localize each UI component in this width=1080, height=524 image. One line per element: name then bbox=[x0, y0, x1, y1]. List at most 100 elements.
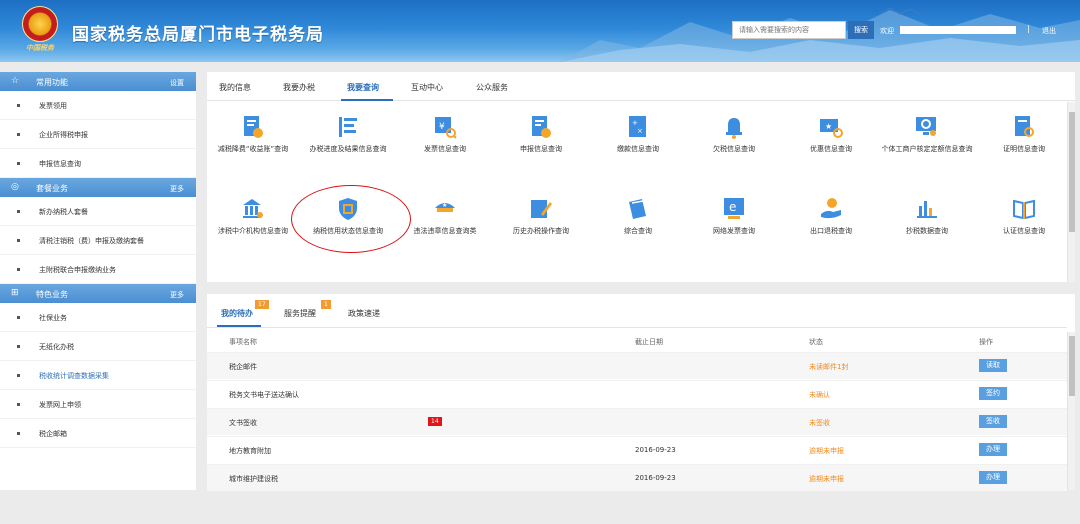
tile-label: 缴款信息查询 bbox=[617, 145, 659, 153]
sidebar-item-corporate-tax[interactable]: 企业所得税申报 bbox=[0, 120, 196, 149]
scrollbar-thumb[interactable] bbox=[1069, 112, 1075, 232]
sidebar-item-label: 发票网上申领 bbox=[39, 401, 81, 409]
tile-label: 欠税信息查询 bbox=[713, 145, 755, 153]
tile-individual-quota[interactable]: 个体工商户核定定额信息查询 bbox=[879, 114, 975, 164]
read-button[interactable]: 读取 bbox=[979, 359, 1007, 372]
sidebar-item-declaration-query[interactable]: 申报信息查询 bbox=[0, 149, 196, 178]
tile-tax-reduction-benefit[interactable]: 减税降费“收益账”查询 bbox=[205, 114, 301, 164]
row-name: 税务文书电子送达确认 bbox=[229, 391, 299, 399]
tab-tax-handling[interactable]: 我要办税 bbox=[283, 82, 315, 93]
tile-label: 办税进度及结果信息查询 bbox=[309, 145, 387, 153]
sidebar-section-package: ◎ 套餐业务 更多 bbox=[0, 178, 196, 197]
site-title: 国家税务总局厦门市电子税务局 bbox=[72, 25, 324, 45]
tile-violation-query[interactable]: ★ 违法违章信息查询类 bbox=[397, 196, 493, 246]
sign-receive-button[interactable]: 签收 bbox=[979, 415, 1007, 428]
tile-network-invoice[interactable]: e 网络发票查询 bbox=[686, 196, 782, 246]
tile-label: 优惠信息查询 bbox=[810, 145, 852, 153]
hand-coin-icon bbox=[821, 198, 841, 219]
tab-policy-express[interactable]: 政策速递 bbox=[348, 308, 380, 319]
row-status: 未确认 bbox=[809, 391, 830, 399]
tile-intermediary-query[interactable]: 涉税中介机构信息查询 bbox=[205, 196, 301, 246]
tile-arrears-query[interactable]: 欠税信息查询 bbox=[686, 114, 782, 164]
tile-comprehensive-query[interactable]: 综合查询 bbox=[590, 196, 686, 246]
tile-tax-copy-data[interactable]: 抄税数据查询 bbox=[879, 196, 975, 246]
sidebar-item-label: 发票领用 bbox=[39, 102, 67, 110]
invoice-search-icon: ¥ bbox=[435, 117, 457, 139]
document-upload-icon bbox=[532, 116, 551, 138]
svg-text:×: × bbox=[637, 127, 643, 135]
bullet-icon bbox=[17, 104, 20, 107]
sidebar-item-social-security[interactable]: 社保业务 bbox=[0, 303, 196, 332]
sidebar-item-paperless[interactable]: 无纸化办税 bbox=[0, 332, 196, 361]
tile-invoice-query[interactable]: ¥ 发票信息查询 bbox=[397, 114, 493, 164]
row-status: 逾期未申报 bbox=[809, 447, 844, 455]
bullet-icon bbox=[17, 210, 20, 213]
tile-progress-result[interactable]: 办税进度及结果信息查询 bbox=[300, 114, 396, 164]
bullet-icon bbox=[17, 268, 20, 271]
main-tabs: 我的信息 我要办税 我要查询 互动中心 公众服务 bbox=[207, 72, 1075, 101]
search-input[interactable] bbox=[732, 21, 846, 39]
sidebar-item-label: 新办纳税人套餐 bbox=[39, 208, 88, 216]
svg-text:¥: ¥ bbox=[439, 122, 445, 132]
row-date: 2016-09-23 bbox=[635, 474, 676, 482]
svg-text:e: e bbox=[729, 200, 736, 214]
scrollbar-thumb[interactable] bbox=[1069, 336, 1075, 396]
sidebar-item-label: 清税注销税（费）申报及缴纳套餐 bbox=[39, 237, 144, 245]
row-status: 未签收 bbox=[809, 419, 830, 427]
sidebar: ☆ 常用功能 设置 发票领用 企业所得税申报 申报信息查询 ◎ 套餐业务 更多 … bbox=[0, 72, 196, 490]
calculator-icon: +× bbox=[629, 116, 646, 137]
sidebar-item-invoice-online[interactable]: 发票网上申领 bbox=[0, 390, 196, 419]
table-row: 税企邮件 未读邮件1封 读取 bbox=[207, 352, 1067, 379]
more-link[interactable]: 更多 bbox=[170, 290, 184, 300]
tab-interaction[interactable]: 互动中心 bbox=[411, 82, 443, 93]
handle-button[interactable]: 办理 bbox=[979, 443, 1007, 456]
document-chart-icon bbox=[244, 116, 263, 138]
tab-query[interactable]: 我要查询 bbox=[347, 82, 379, 93]
tab-my-todo[interactable]: 我的待办 bbox=[221, 308, 253, 319]
username-redacted bbox=[900, 26, 1016, 34]
sidebar-item-tax-mailbox[interactable]: 税企邮箱 bbox=[0, 419, 196, 448]
sign-contract-button[interactable]: 签约 bbox=[979, 387, 1007, 400]
tile-declaration-query[interactable]: 申报信息查询 bbox=[493, 114, 589, 164]
row-status: 逾期未申报 bbox=[809, 475, 844, 483]
tile-label: 认证信息查询 bbox=[1003, 227, 1045, 235]
sidebar-item-new-taxpayer[interactable]: 新办纳税人套餐 bbox=[0, 197, 196, 226]
sidebar-item-joint-declaration[interactable]: 主附税联合申报缴纳业务 bbox=[0, 255, 196, 284]
row-status: 未读邮件1封 bbox=[809, 363, 849, 371]
bullet-icon bbox=[17, 432, 20, 435]
tile-certificate-query[interactable]: 证明信息查询 bbox=[976, 114, 1072, 164]
more-link[interactable]: 更多 bbox=[170, 184, 184, 194]
tile-history-operation[interactable]: 历史办税操作查询 bbox=[493, 196, 589, 246]
logout-link[interactable]: 退出 bbox=[1042, 26, 1056, 36]
sidebar-item-label: 税收统计调查数据采集 bbox=[39, 372, 109, 380]
query-scrollbar[interactable] bbox=[1067, 102, 1075, 282]
todo-panel: 我的待办 17 服务提醒 1 政策速递 事项名称 截止日期 状态 操作 税企邮件… bbox=[207, 294, 1075, 491]
row-name: 地方教育附加 bbox=[229, 447, 271, 455]
tile-label: 综合查询 bbox=[624, 227, 652, 235]
table-row: 城市维护建设税 2016-09-23 逾期未申报 办理 bbox=[207, 464, 1067, 491]
settings-link[interactable]: 设置 bbox=[170, 78, 184, 88]
search-button[interactable]: 搜索 bbox=[848, 21, 874, 39]
sidebar-item-label: 无纸化办税 bbox=[39, 343, 74, 351]
police-cap-icon: ★ bbox=[435, 202, 455, 212]
reminder-count-badge: 1 bbox=[321, 300, 331, 309]
tile-payment-query[interactable]: + × 缴款信息查询 bbox=[590, 114, 686, 164]
header-date: 截止日期 bbox=[635, 338, 663, 346]
handle-button[interactable]: 办理 bbox=[979, 471, 1007, 484]
todo-scrollbar[interactable] bbox=[1067, 332, 1075, 490]
tab-public-service[interactable]: 公众服务 bbox=[476, 82, 508, 93]
tile-export-refund[interactable]: 出口退税查询 bbox=[783, 196, 879, 246]
sidebar-item-invoice-receive[interactable]: 发票领用 bbox=[0, 91, 196, 120]
site-header: 中国税务 国家税务总局厦门市电子税务局 搜索 欢迎 | 退出 bbox=[0, 0, 1080, 62]
sidebar-item-statistics-survey[interactable]: 税收统计调查数据采集 bbox=[0, 361, 196, 390]
tile-certification-query[interactable]: 认证信息查询 bbox=[976, 196, 1072, 246]
sidebar-item-deregistration[interactable]: 清税注销税（费）申报及缴纳套餐 bbox=[0, 226, 196, 255]
sidebar-item-label: 申报信息查询 bbox=[39, 160, 81, 168]
sidebar-section-common: ☆ 常用功能 设置 bbox=[0, 72, 196, 91]
tab-service-reminder[interactable]: 服务提醒 bbox=[284, 308, 316, 319]
count-badge: 14 bbox=[428, 417, 442, 426]
tab-my-info[interactable]: 我的信息 bbox=[219, 82, 251, 93]
tile-label: 历史办税操作查询 bbox=[513, 227, 569, 235]
tile-preferential-query[interactable]: ★ 优惠信息查询 bbox=[783, 114, 879, 164]
tile-label: 涉税中介机构信息查询 bbox=[218, 227, 288, 235]
